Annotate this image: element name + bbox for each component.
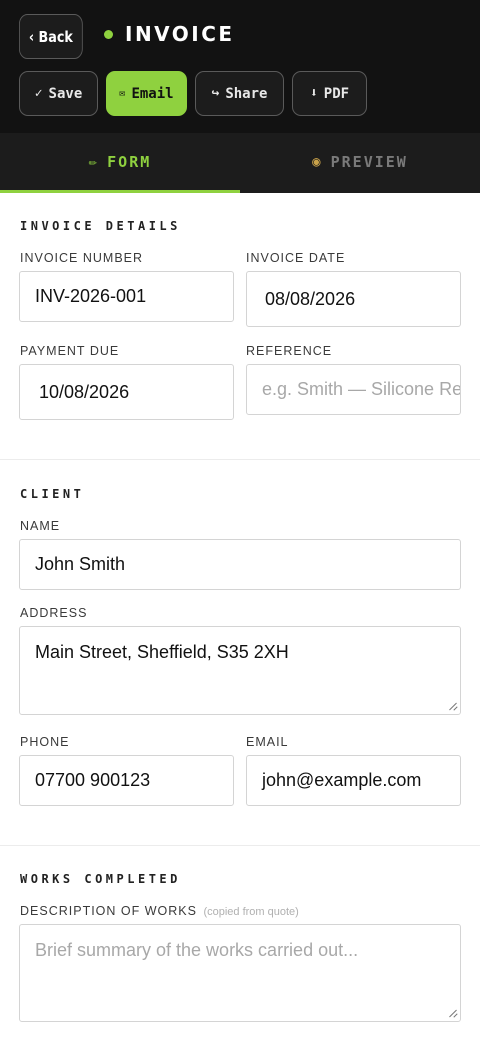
payment-due-label: PAYMENT DUE <box>20 344 120 358</box>
works-description-hint: (copied from quote) <box>203 906 299 918</box>
resize-handle-icon[interactable] <box>447 701 457 711</box>
share-label: Share <box>225 85 268 102</box>
page-title: INVOICE <box>125 22 235 46</box>
download-icon: ⬇ <box>309 86 318 101</box>
reference-placeholder: e.g. Smith — Silicone Re <box>262 379 461 399</box>
works-description-label: DESCRIPTION OF WORKS (copied from quote) <box>20 904 299 918</box>
client-name-label: NAME <box>20 519 61 533</box>
email-label: Email <box>131 85 174 102</box>
works-section: WORKS COMPLETED DESCRIPTION OF WORKS (co… <box>0 846 480 1039</box>
email-button[interactable]: ✉ Email <box>106 71 187 116</box>
share-arrow-icon: ↪ <box>211 86 220 101</box>
status-dot-icon <box>104 29 113 39</box>
works-description-placeholder: Brief summary of the works carried out..… <box>35 940 359 960</box>
check-icon: ✓ <box>34 86 43 101</box>
save-label: Save <box>48 85 83 102</box>
reference-input[interactable]: e.g. Smith — Silicone Re <box>246 364 461 415</box>
client-email-value: john@example.com <box>262 770 422 790</box>
client-address-value: Main Street, Sheffield, S35 2XH <box>35 642 289 662</box>
client-section: CLIENT NAME John Smith ADDRESS Main Stre… <box>0 460 480 846</box>
pencil-icon: ✏ <box>88 153 100 170</box>
view-tabs: ✏ FORM ◉ PREVIEW <box>0 133 480 193</box>
tab-preview[interactable]: ◉ PREVIEW <box>240 133 480 193</box>
pdf-label: PDF <box>323 85 350 102</box>
back-button[interactable]: ‹ Back <box>19 14 83 59</box>
client-name-value: John Smith <box>35 554 126 574</box>
reference-label: REFERENCE <box>246 344 333 358</box>
back-label: ‹ Back <box>28 27 73 46</box>
app-header: ‹ Back INVOICE ✓ Save ✉ Email ↪ Share ⬇ … <box>0 0 480 133</box>
payment-due-input[interactable]: 10/08/2026 <box>19 364 234 420</box>
eye-icon: ◉ <box>312 153 323 170</box>
section-title: CLIENT <box>20 487 85 501</box>
invoice-number-input[interactable]: INV-2026-001 <box>19 271 234 322</box>
works-description-textarea[interactable]: Brief summary of the works carried out..… <box>19 924 461 1022</box>
client-email-input[interactable]: john@example.com <box>246 755 461 806</box>
client-phone-input[interactable]: 07700 900123 <box>19 755 234 806</box>
client-phone-label: PHONE <box>20 735 70 749</box>
envelope-icon: ✉ <box>119 88 126 99</box>
tab-form-label: FORM <box>107 152 152 171</box>
works-description-label-text: DESCRIPTION OF WORKS <box>20 904 197 918</box>
resize-handle-icon[interactable] <box>447 1008 457 1018</box>
share-button[interactable]: ↪ Share <box>195 71 284 116</box>
toolbar: ✓ Save ✉ Email ↪ Share ⬇ PDF <box>19 71 367 116</box>
section-title: WORKS COMPLETED <box>20 872 181 886</box>
title-area: INVOICE <box>104 22 235 46</box>
payment-due-value: 10/08/2026 <box>39 381 130 402</box>
invoice-date-input[interactable]: 08/08/2026 <box>246 271 461 327</box>
invoice-number-label: INVOICE NUMBER <box>20 251 144 265</box>
client-phone-value: 07700 900123 <box>35 770 151 790</box>
save-button[interactable]: ✓ Save <box>19 71 98 116</box>
tab-form[interactable]: ✏ FORM <box>0 133 240 193</box>
invoice-details-section: INVOICE DETAILS INVOICE NUMBER INV-2026-… <box>0 193 480 460</box>
client-email-label: EMAIL <box>246 735 289 749</box>
invoice-date-label: INVOICE DATE <box>246 251 346 265</box>
pdf-button[interactable]: ⬇ PDF <box>292 71 367 116</box>
client-name-input[interactable]: John Smith <box>19 539 461 590</box>
invoice-number-value: INV-2026-001 <box>35 286 147 306</box>
section-title: INVOICE DETAILS <box>20 219 181 233</box>
tab-preview-label: PREVIEW <box>330 152 408 171</box>
invoice-date-value: 08/08/2026 <box>265 288 356 309</box>
client-address-label: ADDRESS <box>20 606 88 620</box>
client-address-textarea[interactable]: Main Street, Sheffield, S35 2XH <box>19 626 461 715</box>
